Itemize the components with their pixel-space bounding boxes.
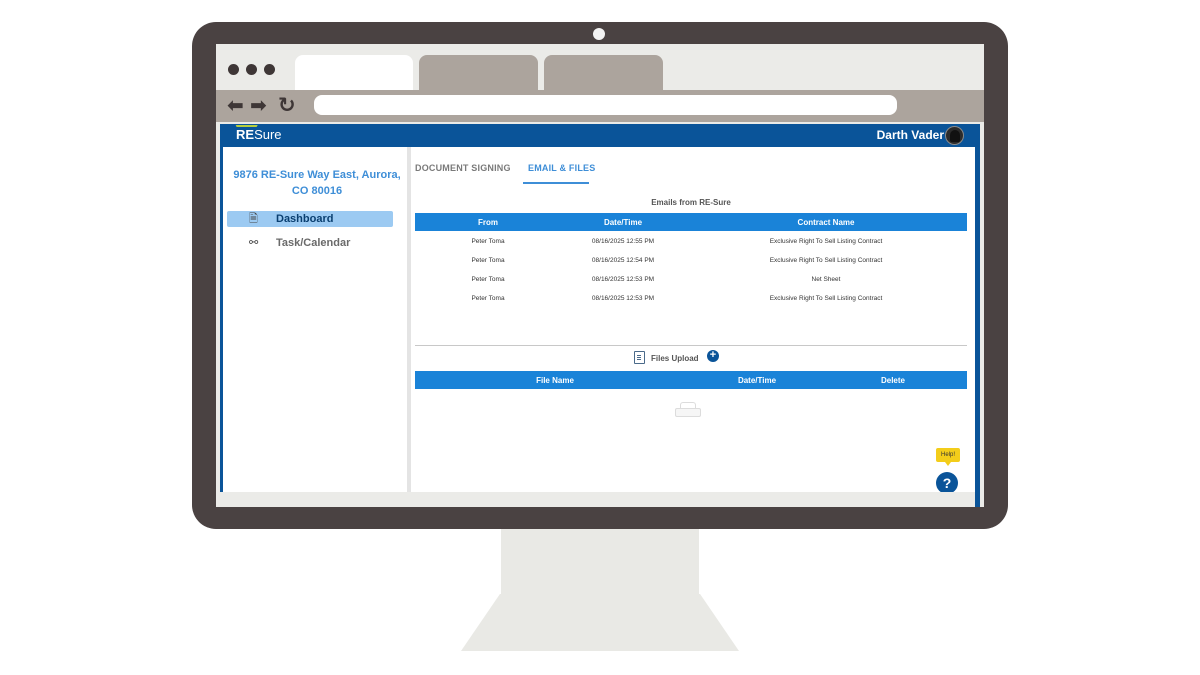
- cell-datetime: 08/16/2025 12:54 PM: [591, 257, 655, 264]
- files-upload-label: Files Upload: [651, 354, 699, 363]
- monitor-illustration: ⬅ ➡ ↻ RESure Darth Vader 9876 RE-Sure Wa…: [0, 0, 1200, 675]
- window-control-dot[interactable]: [246, 64, 257, 75]
- active-tab-indicator: [523, 182, 589, 184]
- cell-datetime: 08/16/2025 12:53 PM: [591, 295, 655, 302]
- browser-tab[interactable]: [544, 55, 663, 90]
- column-header-file-name[interactable]: File Name: [415, 376, 695, 385]
- cell-from: Peter Toma: [471, 295, 505, 302]
- back-arrow-icon[interactable]: ⬅: [227, 94, 244, 116]
- section-divider: [415, 345, 967, 346]
- cell-contract: Exclusive Right To Sell Listing Contract: [769, 238, 883, 245]
- forward-arrow-icon[interactable]: ➡: [250, 94, 267, 116]
- property-address: 9876 RE-Sure Way East, Aurora, CO 80016: [233, 169, 401, 197]
- help-button[interactable]: ?: [936, 472, 958, 494]
- cell-contract: Net Sheet: [811, 276, 841, 283]
- cell-from: Peter Toma: [471, 238, 505, 245]
- emails-title: Emails from RE-Sure: [651, 198, 731, 207]
- help-tooltip: Help!: [936, 448, 960, 466]
- cell-contract: Exclusive Right To Sell Listing Contract: [769, 257, 883, 264]
- column-header-contract[interactable]: Contract Name: [685, 218, 967, 227]
- table-row[interactable]: Peter Toma 08/16/2025 12:53 PM Net Sheet: [415, 271, 967, 290]
- cell-contract: Exclusive Right To Sell Listing Contract: [769, 295, 883, 302]
- sidebar-item-label: Task/Calendar: [276, 237, 351, 249]
- monitor-stand-neck: [501, 529, 699, 595]
- tab-email-files[interactable]: EMAIL & FILES: [528, 163, 595, 173]
- hierarchy-icon: ⚯: [249, 236, 259, 249]
- sidebar: 9876 RE-Sure Way East, Aurora, CO 80016 …: [223, 147, 407, 492]
- column-header-datetime[interactable]: Date/Time: [561, 218, 685, 227]
- cell-datetime: 08/16/2025 12:55 PM: [591, 238, 655, 245]
- browser-tab[interactable]: [419, 55, 538, 90]
- cell-from: Peter Toma: [471, 257, 505, 264]
- table-row[interactable]: Peter Toma 08/16/2025 12:53 PM Exclusive…: [415, 290, 967, 309]
- tab-document-signing[interactable]: DOCUMENT SIGNING: [415, 163, 511, 173]
- resure-logo[interactable]: RESure: [232, 125, 282, 142]
- main-panel: DOCUMENT SIGNING EMAIL & FILES Emails fr…: [411, 147, 975, 494]
- files-table-header: File Name Date/Time Delete: [415, 371, 967, 389]
- browser-toolbar: ⬅ ➡ ↻: [216, 90, 984, 122]
- document-upload-icon: [634, 351, 645, 364]
- sidebar-item-task-calendar[interactable]: ⚯ Task/Calendar: [227, 235, 393, 251]
- app-header: RESure Darth Vader: [220, 124, 980, 147]
- sidebar-item-dashboard[interactable]: 🗎 Dashboard: [227, 211, 393, 227]
- document-icon: 🗎: [249, 212, 258, 225]
- monitor-stand-base: [461, 594, 739, 651]
- browser-tabstrip: [216, 44, 984, 90]
- reload-icon[interactable]: ↻: [278, 94, 296, 116]
- webcam-icon: [593, 28, 605, 40]
- column-header-datetime[interactable]: Date/Time: [695, 376, 819, 385]
- empty-inbox-icon: [675, 402, 701, 417]
- browser-tab-active[interactable]: [295, 55, 413, 90]
- user-name[interactable]: Darth Vader: [877, 128, 944, 142]
- column-header-delete[interactable]: Delete: [819, 376, 967, 385]
- table-row[interactable]: Peter Toma 08/16/2025 12:55 PM Exclusive…: [415, 233, 967, 252]
- logo-roof-icon: [232, 125, 258, 131]
- app-footer-strip: [220, 492, 975, 507]
- frame-rail: [975, 147, 980, 507]
- window-control-dot[interactable]: [264, 64, 275, 75]
- add-file-button[interactable]: +: [707, 350, 719, 362]
- cell-from: Peter Toma: [471, 276, 505, 283]
- table-row[interactable]: Peter Toma 08/16/2025 12:54 PM Exclusive…: [415, 252, 967, 271]
- resure-app: RESure Darth Vader 9876 RE-Sure Way East…: [220, 124, 980, 507]
- column-header-from[interactable]: From: [415, 218, 561, 227]
- address-bar[interactable]: [314, 95, 897, 115]
- sidebar-item-label: Dashboard: [276, 213, 334, 225]
- avatar[interactable]: [945, 126, 964, 145]
- window-control-dot[interactable]: [228, 64, 239, 75]
- emails-table-header: From Date/Time Contract Name: [415, 213, 967, 231]
- browser-window: ⬅ ➡ ↻ RESure Darth Vader 9876 RE-Sure Wa…: [216, 44, 984, 507]
- cell-datetime: 08/16/2025 12:53 PM: [591, 276, 655, 283]
